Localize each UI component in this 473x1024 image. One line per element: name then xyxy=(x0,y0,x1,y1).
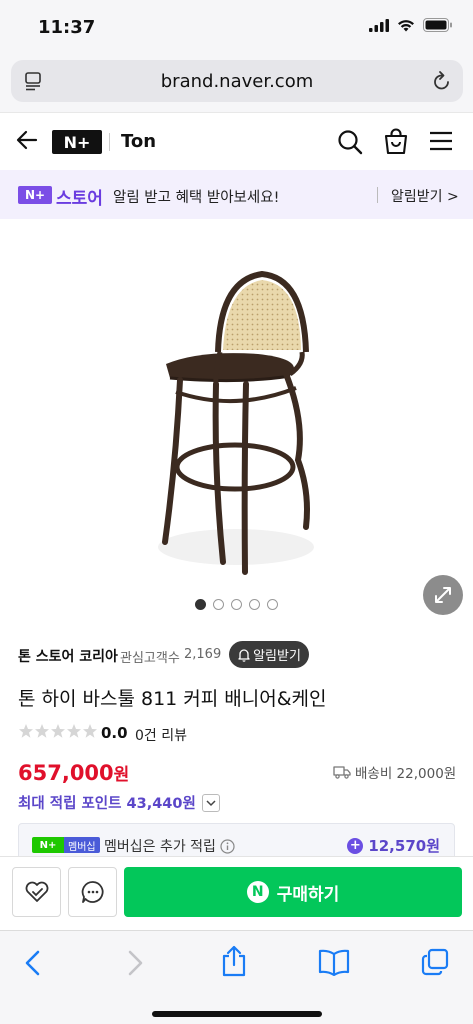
points-expand-toggle[interactable] xyxy=(201,793,220,812)
hamburger-menu-icon[interactable] xyxy=(429,131,453,151)
browser-toolbar xyxy=(0,930,473,1024)
product-title: 톤 하이 바스툴 811 커피 배니어&케인 xyxy=(18,688,327,710)
reload-icon[interactable] xyxy=(432,70,452,92)
buy-button[interactable]: N 구매하기 xyxy=(124,867,462,917)
shipping-text: 배송비 22,000원 xyxy=(355,766,457,782)
page-header: N+ Ton xyxy=(0,112,473,170)
shopping-bag-icon[interactable] xyxy=(383,128,409,155)
wifi-icon xyxy=(398,19,414,31)
chat-bubble-icon xyxy=(81,881,104,903)
membership-np-badge: N+ xyxy=(32,837,64,853)
url-text[interactable]: brand.naver.com xyxy=(11,71,463,92)
chevron-down-icon xyxy=(206,799,216,806)
bar-stool-image xyxy=(158,270,314,575)
membership-points-value: 12,570원 xyxy=(368,837,440,855)
membership-text-label: 멤버십은 추가 적립 xyxy=(104,839,216,855)
talk-talk-button[interactable] xyxy=(68,867,117,917)
product-image[interactable] xyxy=(0,222,473,612)
pagination-dot-2[interactable] xyxy=(213,599,224,610)
status-bar: 11:37 xyxy=(0,0,473,56)
seller-alarm-label: 알림받기 xyxy=(253,649,301,664)
star-icon xyxy=(51,724,65,738)
tabs-icon[interactable] xyxy=(421,948,449,976)
browser-forward-icon[interactable] xyxy=(124,948,146,978)
membership-badge-label: 멤버십 xyxy=(64,837,100,853)
price-unit: 원 xyxy=(113,765,130,785)
delivery-truck-icon xyxy=(333,766,351,779)
banner-divider xyxy=(377,187,378,203)
store-alarm-link[interactable]: 알림받기 > xyxy=(391,186,459,206)
address-bar[interactable]: brand.naver.com xyxy=(11,60,463,102)
image-expand-button[interactable] xyxy=(423,575,463,615)
star-icon xyxy=(19,724,33,738)
purchase-bar: N 구매하기 xyxy=(0,856,473,930)
header-divider xyxy=(109,133,110,151)
heart-check-icon xyxy=(25,881,48,902)
like-button[interactable] xyxy=(12,867,61,917)
bookmarks-icon[interactable] xyxy=(318,948,350,976)
bell-plus-icon xyxy=(238,648,250,662)
pagination-dot-3[interactable] xyxy=(231,599,242,610)
info-icon[interactable] xyxy=(220,838,235,854)
naver-pay-logo: N xyxy=(246,881,269,903)
browser-back-icon[interactable] xyxy=(22,948,44,978)
price-amount: 657,000 xyxy=(18,761,114,785)
brand-name[interactable]: Ton xyxy=(121,131,156,152)
star-icon xyxy=(83,724,97,738)
store-banner-message: 알림 받고 혜택 받아보세요! xyxy=(113,190,280,206)
plus-circle-icon: + xyxy=(347,837,364,854)
star-icon xyxy=(35,724,49,738)
back-arrow-icon[interactable] xyxy=(16,130,38,150)
pagination-dot-4[interactable] xyxy=(249,599,260,610)
store-label: 스토어 xyxy=(56,189,103,209)
naver-plus-logo[interactable]: N+ xyxy=(52,130,102,154)
seller-name[interactable]: 톤 스토어 코리아 xyxy=(18,646,118,666)
image-pagination xyxy=(195,599,278,610)
status-time: 11:37 xyxy=(38,17,96,38)
naver-plus-store-badge: N+ xyxy=(18,186,52,204)
buy-button-label: 구매하기 xyxy=(276,884,340,905)
share-icon[interactable] xyxy=(221,945,247,977)
product-price: 657,000원 xyxy=(18,760,129,785)
rating-value: 0.0 xyxy=(101,724,128,742)
shipping-fee: 배송비 22,000원 xyxy=(333,762,456,782)
membership-text: 멤버십은 추가 적립 xyxy=(104,836,235,856)
pagination-dot-1[interactable] xyxy=(195,599,206,610)
expand-arrows-icon xyxy=(435,587,451,603)
review-count-link[interactable]: 0건 리뷰 xyxy=(135,725,187,745)
max-points[interactable]: 최대 적립 포인트 43,440원 xyxy=(18,792,220,813)
followers-label: 관심고객수 xyxy=(120,651,180,666)
pagination-dot-5[interactable] xyxy=(267,599,278,610)
search-icon[interactable] xyxy=(337,129,363,155)
membership-points: + 12,570원 xyxy=(347,835,440,856)
membership-badge: N+ 멤버십 xyxy=(32,837,100,853)
points-text: 최대 적립 포인트 43,440원 xyxy=(18,796,196,812)
star-icon xyxy=(67,724,81,738)
cellular-signal-icon xyxy=(369,18,389,32)
browser-url-area: brand.naver.com xyxy=(0,56,473,112)
battery-icon xyxy=(423,18,452,32)
status-icons xyxy=(369,18,453,32)
home-indicator xyxy=(152,1011,322,1017)
store-alarm-banner[interactable]: N+ 스토어 알림 받고 혜택 받아보세요! 알림받기 > xyxy=(0,170,473,219)
rating-stars xyxy=(18,723,98,739)
followers-count: 2,169 xyxy=(184,647,222,662)
seller-alarm-button[interactable]: 알림받기 xyxy=(229,641,309,668)
